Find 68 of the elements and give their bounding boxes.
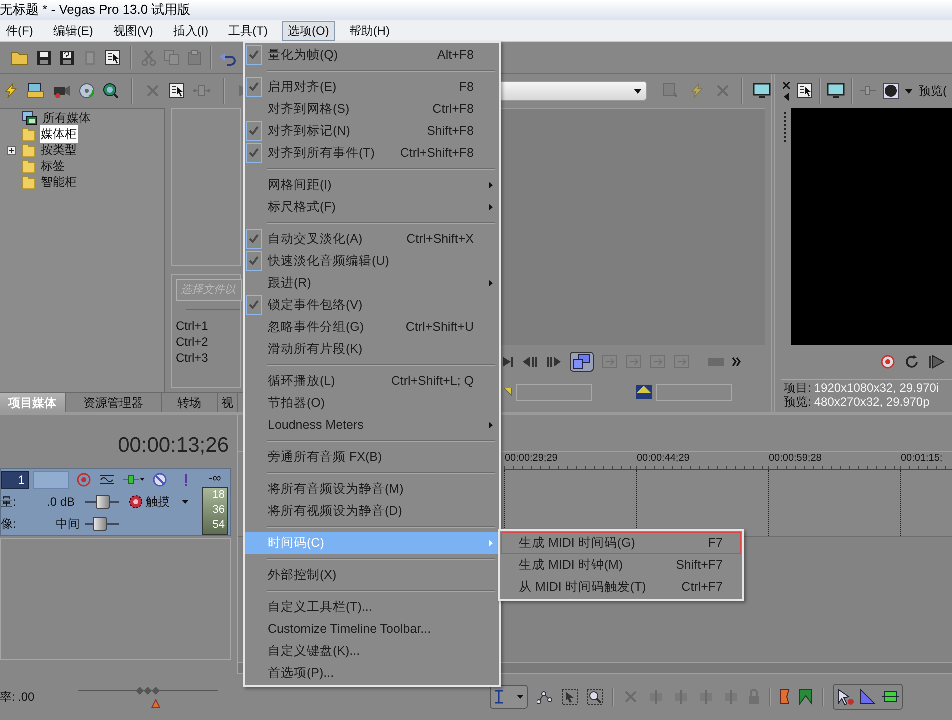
menu-item[interactable]: 对齐到网格(S) Ctrl+F8 xyxy=(245,98,499,120)
ruler-timecode: 00:00:29;29 xyxy=(504,452,559,466)
info-value: 1920x1080x32, 29.970i xyxy=(814,381,940,395)
pan-label: 像: xyxy=(1,516,18,533)
tree-item[interactable]: 标签 xyxy=(40,157,66,175)
track-number-badge[interactable]: 1 xyxy=(1,471,29,489)
menu-item[interactable]: 对齐到所有事件(T) Ctrl+Shift+F8 xyxy=(245,142,499,164)
panel-tab[interactable]: 转场 xyxy=(162,393,218,412)
meter-tick: 36 xyxy=(212,503,225,518)
preview-quality-label[interactable]: 预览( xyxy=(919,82,947,100)
menu-item[interactable]: 外部控制(X) xyxy=(245,564,499,586)
menu-item[interactable]: 启用对齐(E) F8 xyxy=(245,76,499,98)
menu-item[interactable]: 锁定事件包络(V) xyxy=(245,294,499,316)
menu-item[interactable]: 量化为帧(Q) Alt+F8 xyxy=(245,44,499,66)
tree-item[interactable]: 智能柜 xyxy=(40,173,78,191)
menu-item[interactable]: 将所有视频设为静音(D) xyxy=(245,500,499,522)
ruler-timecode: 00:01:15; xyxy=(900,452,944,466)
tree-item[interactable]: 按类型 xyxy=(40,141,78,159)
menu-bar-item[interactable]: 插入(I) xyxy=(167,20,215,40)
menu-item[interactable]: 滑动所有片段(K) xyxy=(245,338,499,360)
menu-item[interactable]: 网格间距(I) xyxy=(245,174,499,196)
menu-item[interactable]: 跟进(R) xyxy=(245,272,499,294)
timecode-display: 00:00:13;26 xyxy=(118,432,229,459)
menu-item[interactable]: 生成 MIDI 时间码(G) F7 xyxy=(501,532,741,554)
menu-item[interactable]: 自动交叉淡化(A) Ctrl+Shift+X xyxy=(245,228,499,250)
rate-label: 率: xyxy=(0,689,16,706)
menu-item[interactable]: 首选项(P)... xyxy=(245,662,499,684)
meter-tick: 54 xyxy=(212,518,225,533)
info-label: 项目: xyxy=(784,381,812,395)
menu-item[interactable]: 对齐到标记(N) Shift+F8 xyxy=(245,120,499,142)
shortcut-text: Ctrl+1 xyxy=(176,318,210,334)
menu-item[interactable]: 标尺格式(F) xyxy=(245,196,499,218)
menu-bar-item[interactable]: 视图(V) xyxy=(107,20,160,40)
menu-item[interactable]: 节拍器(O) xyxy=(245,392,499,414)
pan-value: 中间 xyxy=(56,516,81,533)
meter-tick: 18 xyxy=(212,488,225,503)
window-title: 无标题 * - Vegas Pro 13.0 试用版 xyxy=(0,1,191,20)
ruler-timecode: 00:00:44;29 xyxy=(636,452,691,466)
menu-item[interactable]: Customize Timeline Toolbar... xyxy=(245,618,499,640)
shortcut-text: Ctrl+3 xyxy=(176,350,210,366)
panel-tab[interactable]: 视 xyxy=(218,393,238,412)
volume-label: 量: xyxy=(1,494,18,511)
menu-item[interactable]: 自定义键盘(K)... xyxy=(245,640,499,662)
info-label: 预览: xyxy=(784,395,812,409)
volume-value: .0 dB xyxy=(47,494,76,511)
menu-item[interactable]: 生成 MIDI 时钟(M) Shift+F7 xyxy=(501,554,741,576)
menu-item[interactable]: 从 MIDI 时间码触发(T) Ctrl+F7 xyxy=(501,576,741,598)
menu-bar-item[interactable]: 编辑(E) xyxy=(47,20,100,40)
menu-item[interactable]: 自定义工具栏(T)... xyxy=(245,596,499,618)
ruler-timecode: 00:00:59;28 xyxy=(768,452,823,466)
menu-bar-item[interactable]: 帮助(H) xyxy=(343,20,396,40)
menu-bar-item[interactable]: 件(F) xyxy=(0,20,40,40)
menu-item[interactable]: Loudness Meters xyxy=(245,414,499,436)
rate-value: .00 xyxy=(18,689,36,706)
menu-bar-item[interactable]: 工具(T) xyxy=(222,20,274,40)
menu-item[interactable]: 循环播放(L) Ctrl+Shift+L; Q xyxy=(245,370,499,392)
tree-item[interactable]: 所有媒体 xyxy=(42,109,92,127)
menu-item[interactable]: 快速淡化音频编辑(U) xyxy=(245,250,499,272)
automation-mode[interactable]: 触摸 xyxy=(146,493,170,511)
peak-level: -∞ xyxy=(208,470,222,487)
menu-item[interactable]: 将所有音频设为静音(M) xyxy=(245,478,499,500)
shortcut-text: Ctrl+2 xyxy=(176,334,210,350)
tree-item[interactable]: 媒体柜 xyxy=(40,125,78,143)
menu-item[interactable]: 旁通所有音频 FX(B) xyxy=(245,446,499,468)
menu-item[interactable]: 忽略事件分组(G) Ctrl+Shift+U xyxy=(245,316,499,338)
info-value: 480x270x32, 29.970p xyxy=(814,395,930,409)
panel-tab[interactable]: 资源管理器 xyxy=(66,393,162,412)
menu-bar-item[interactable]: 选项(O) xyxy=(282,20,336,40)
